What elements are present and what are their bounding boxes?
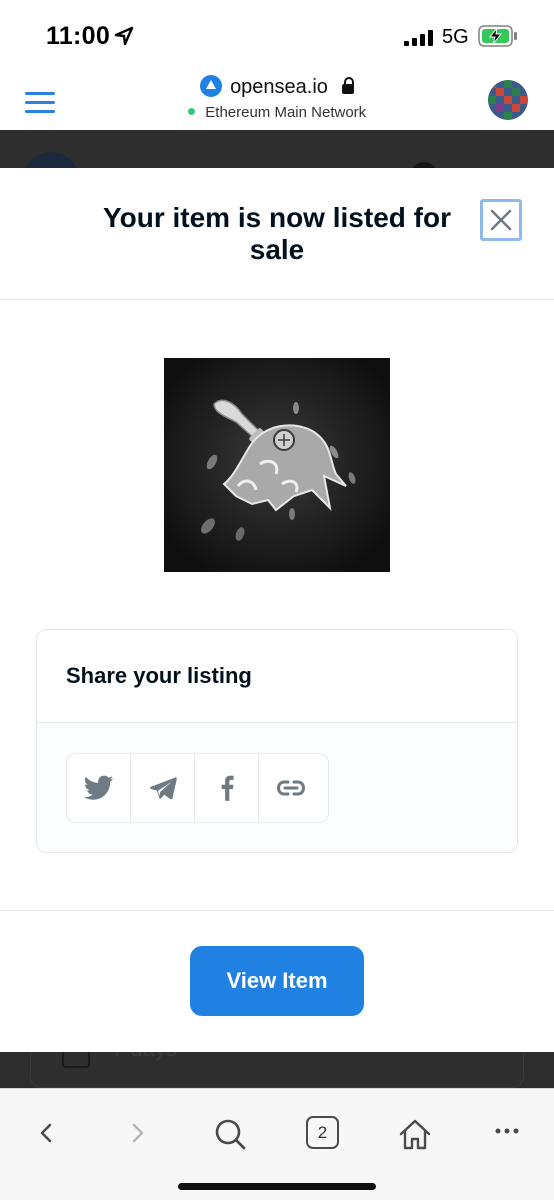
facebook-icon [221, 775, 234, 801]
close-button[interactable] [480, 199, 522, 241]
signal-icon [404, 30, 433, 46]
modal-title: Your item is now listed for sale [103, 202, 451, 265]
browser-toolbar: 2 [0, 1088, 554, 1200]
share-card-header: Share your listing [37, 630, 517, 723]
site-domain: opensea.io [230, 76, 328, 98]
tabs-button[interactable]: 2 [306, 1116, 339, 1149]
share-card: Share your listing [36, 629, 518, 853]
screen: 11:00 5G opensea.io Ethereum Main Networ [0, 0, 554, 1200]
twitter-icon [83, 775, 113, 800]
share-facebook-button[interactable] [195, 754, 259, 822]
status-time: 11:00 [46, 22, 111, 50]
link-icon [276, 780, 306, 796]
modal-header: Your item is now listed for sale [0, 168, 554, 300]
lock-icon [342, 77, 355, 94]
view-item-button[interactable]: View Item [190, 946, 364, 1016]
share-telegram-button[interactable] [131, 754, 195, 822]
more-icon[interactable] [494, 1117, 522, 1149]
network-name: Ethereum Main Network [205, 104, 367, 121]
share-title: Share your listing [66, 663, 252, 688]
location-arrow-icon [114, 26, 134, 46]
home-indicator [178, 1183, 376, 1190]
opensea-logo-icon [199, 75, 222, 97]
browser-header: opensea.io Ethereum Main Network [0, 70, 554, 130]
nft-image [164, 358, 390, 572]
search-icon[interactable] [213, 1117, 247, 1151]
network-type: 5G [442, 26, 469, 48]
network-status-dot-icon [187, 108, 195, 115]
home-icon[interactable] [398, 1117, 432, 1151]
forward-icon[interactable] [126, 1117, 150, 1149]
copy-link-button[interactable] [259, 754, 323, 822]
telegram-icon [149, 777, 177, 800]
status-bar: 11:00 5G [0, 0, 554, 70]
site-address[interactable]: opensea.io [0, 75, 554, 99]
battery-charging-icon [478, 25, 517, 47]
back-icon[interactable] [34, 1117, 58, 1149]
footer-divider [0, 910, 554, 911]
close-icon [490, 209, 512, 231]
avatar[interactable] [488, 80, 528, 120]
listing-success-modal: Your item is now listed for sale Share y… [0, 168, 554, 1052]
network-indicator: Ethereum Main Network [0, 104, 554, 122]
share-button-group [66, 753, 329, 823]
share-twitter-button[interactable] [67, 754, 131, 822]
